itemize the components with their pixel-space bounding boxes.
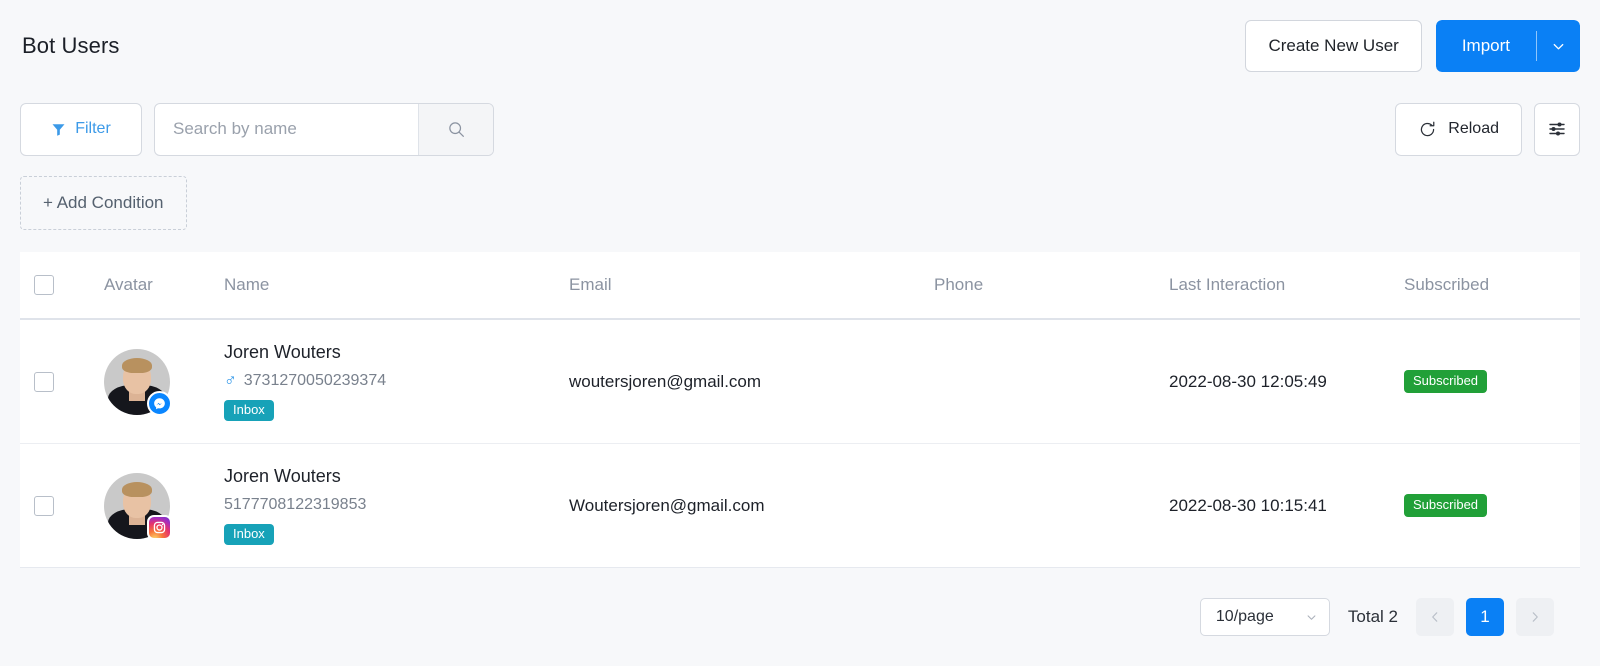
refresh-icon	[1421, 121, 1435, 136]
last-interaction-cell: 2022-08-30 10:15:41	[1169, 495, 1327, 515]
page-title: Bot Users	[22, 33, 120, 58]
select-all-cell	[20, 275, 104, 295]
user-name: Joren Wouters	[224, 341, 341, 362]
last-interaction-cell: 2022-08-30 12:05:49	[1169, 371, 1327, 391]
avatar	[104, 348, 172, 416]
filter-button[interactable]: Filter	[20, 102, 142, 156]
row-select-cell	[20, 495, 104, 516]
create-new-user-button[interactable]: Create New User	[1245, 20, 1422, 72]
avatar-cell	[104, 472, 224, 540]
column-header-phone: Phone	[934, 275, 984, 294]
user-id-line: ♂ 3731270050239374	[224, 372, 569, 390]
column-header-avatar: Avatar	[104, 275, 153, 294]
status-badge: Subscribed	[1404, 369, 1488, 394]
page-size-label: 10/page	[1215, 608, 1274, 625]
column-header-subscribed: Subscribed	[1404, 275, 1490, 294]
user-id-line: 5177708122319853	[224, 496, 569, 514]
row-checkbox[interactable]	[34, 495, 54, 516]
subscribed-cell: Subscribed	[1404, 493, 1580, 518]
channel-tag: Inbox	[224, 523, 274, 546]
search-icon	[448, 121, 464, 137]
column-header-last-interaction: Last Interaction	[1169, 275, 1286, 294]
user-id: 5177708122319853	[224, 495, 367, 513]
channel-tag: Inbox	[224, 399, 274, 422]
name-cell: Joren Wouters ♂ 3731270050239374 Inbox	[224, 341, 569, 422]
search-box	[154, 102, 494, 156]
import-button[interactable]: Import	[1435, 20, 1536, 72]
filter-toolbar: Filter Reload	[0, 92, 1600, 166]
instagram-icon	[147, 514, 172, 540]
search-button[interactable]	[418, 103, 493, 155]
messenger-icon	[147, 390, 172, 416]
table-header-row: Avatar Name Email Phone Last Interaction…	[20, 252, 1580, 320]
row-checkbox[interactable]	[34, 371, 54, 392]
reload-button[interactable]: Reload	[1395, 102, 1522, 156]
add-condition-button[interactable]: + Add Condition	[20, 176, 187, 230]
user-name: Joren Wouters	[224, 465, 341, 486]
search-input[interactable]	[155, 103, 418, 155]
avatar-cell	[104, 348, 224, 416]
prev-page-button[interactable]	[1416, 598, 1454, 636]
column-settings-button[interactable]	[1534, 102, 1580, 156]
male-icon: ♂	[224, 371, 237, 391]
header-actions: Create New User Import	[1245, 20, 1580, 72]
toolbar-right-tools: Reload	[1395, 102, 1580, 156]
page-number-button[interactable]: 1	[1466, 598, 1504, 636]
chevron-down-icon	[1307, 614, 1316, 620]
pagination: 10/page Total 2 1	[20, 586, 1580, 648]
column-header-email: Email	[569, 275, 612, 294]
sliders-icon	[1549, 122, 1565, 136]
user-id: 3731270050239374	[243, 371, 387, 389]
table-row[interactable]: Joren Wouters ♂ 3731270050239374 Inbox w…	[20, 320, 1580, 444]
subscribed-cell: Subscribed	[1404, 369, 1580, 394]
chevron-down-icon	[1553, 43, 1563, 49]
reload-button-label: Reload	[1448, 120, 1499, 137]
page-size-select[interactable]: 10/page	[1199, 598, 1330, 636]
name-cell: Joren Wouters 5177708122319853 Inbox	[224, 465, 569, 546]
chevron-left-icon	[1432, 612, 1438, 622]
email-cell: woutersjoren@gmail.com	[569, 371, 762, 391]
import-button-group: Import	[1435, 20, 1580, 72]
page-header: Bot Users Create New User Import	[0, 0, 1600, 92]
table-row[interactable]: Joren Wouters 5177708122319853 Inbox Wou…	[20, 444, 1580, 568]
avatar	[104, 472, 172, 540]
condition-bar: + Add Condition	[20, 176, 187, 230]
chevron-right-icon	[1532, 612, 1538, 622]
status-badge: Subscribed	[1404, 493, 1488, 518]
column-header-name: Name	[224, 275, 270, 294]
row-select-cell	[20, 371, 104, 392]
bot-users-table: Avatar Name Email Phone Last Interaction…	[20, 252, 1580, 568]
funnel-icon	[52, 123, 65, 136]
next-page-button[interactable]	[1516, 598, 1554, 636]
email-cell: Woutersjoren@gmail.com	[569, 495, 765, 515]
import-dropdown-button[interactable]	[1536, 20, 1580, 72]
total-count: Total 2	[1347, 607, 1398, 626]
bot-users-page: Bot Users Create New User Import Filter	[0, 0, 1600, 666]
filter-button-label: Filter	[75, 120, 111, 137]
select-all-checkbox[interactable]	[34, 275, 54, 295]
